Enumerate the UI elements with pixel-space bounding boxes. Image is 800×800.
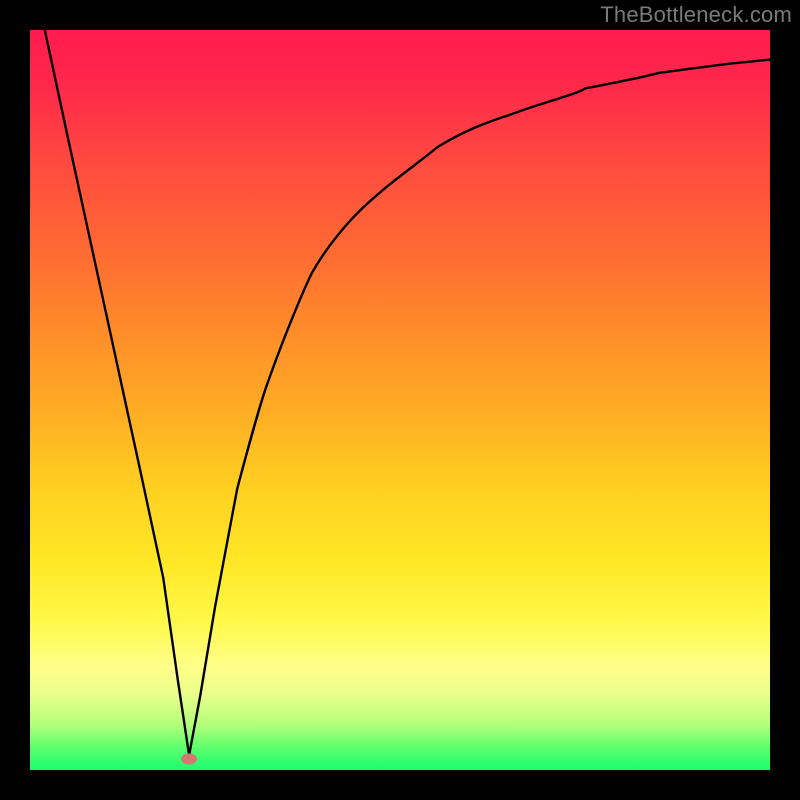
- plot-area: [30, 30, 770, 770]
- chart-frame: TheBottleneck.com: [0, 0, 800, 800]
- optimal-point-marker: [181, 754, 197, 765]
- bottleneck-curve: [30, 30, 770, 770]
- curve-path: [45, 30, 770, 755]
- watermark-text: TheBottleneck.com: [600, 2, 792, 28]
